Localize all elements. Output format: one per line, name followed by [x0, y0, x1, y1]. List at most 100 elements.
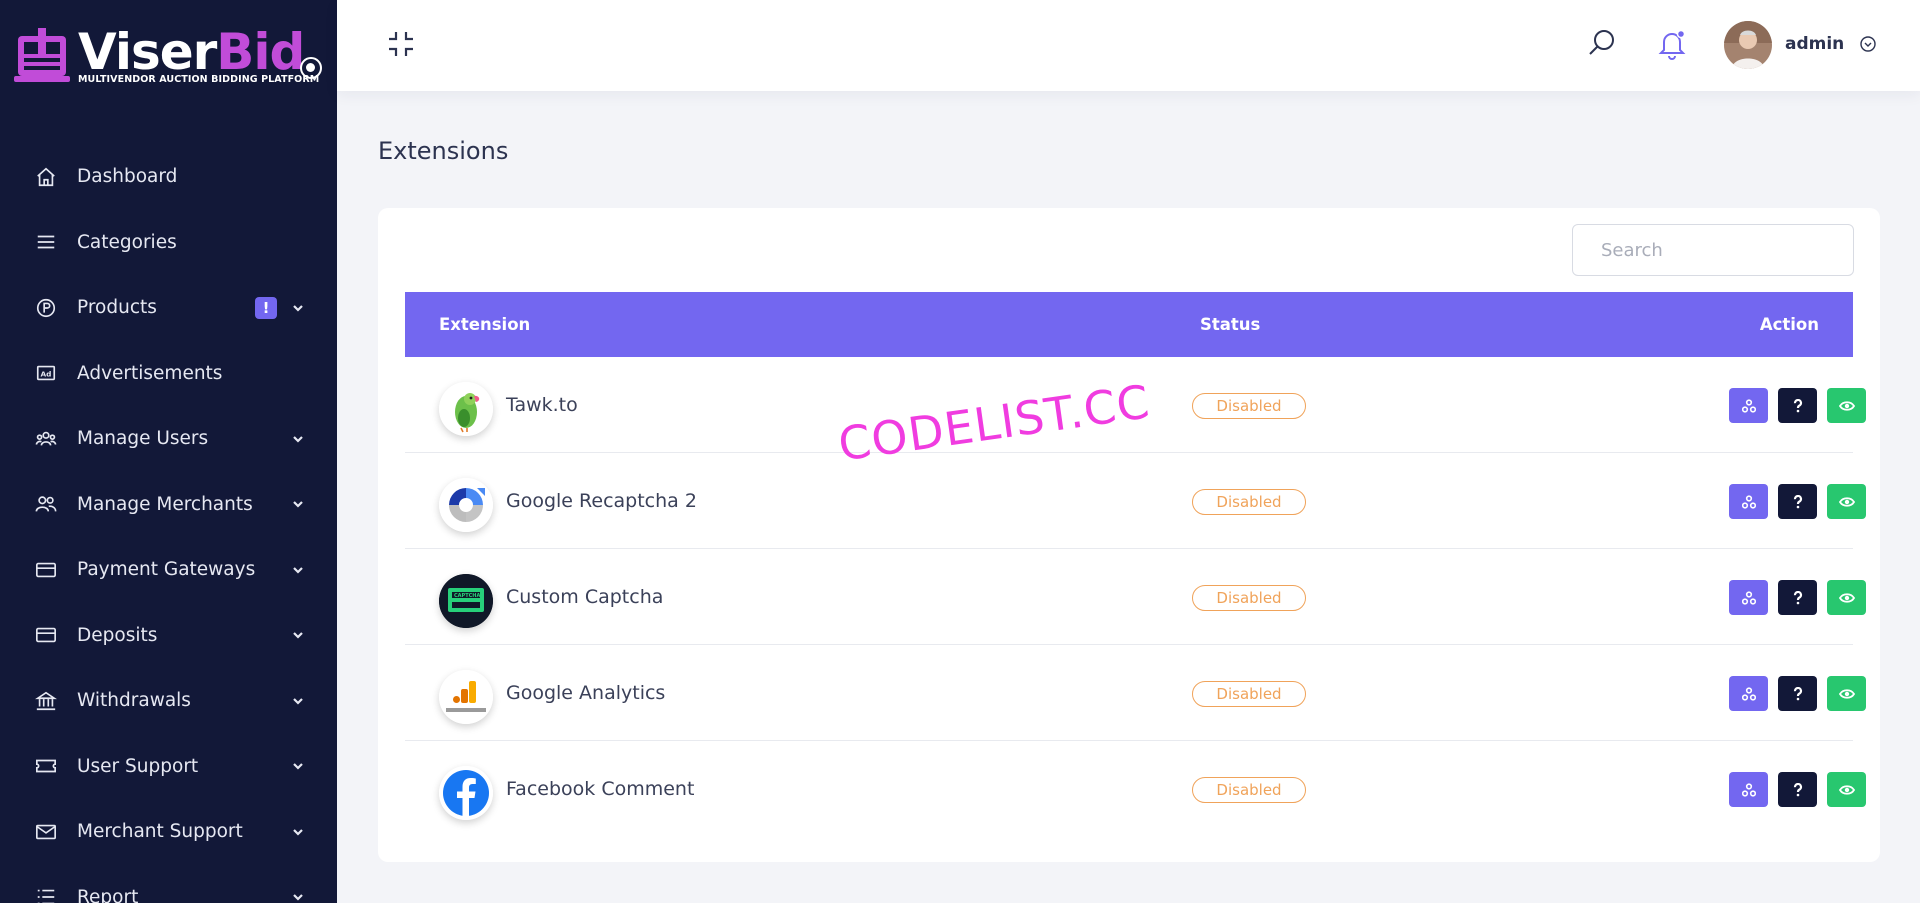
product-p-icon — [33, 295, 59, 321]
sidebar-item-products[interactable]: Products ! — [0, 275, 337, 341]
users-icon — [33, 426, 59, 452]
chevron-down-icon — [293, 894, 303, 901]
page-title: Extensions — [378, 137, 509, 165]
eye-icon — [1838, 400, 1855, 411]
sidebar-item-deposits[interactable]: Deposits — [0, 603, 337, 669]
status-badge: Disabled — [1192, 585, 1306, 611]
eye-icon — [1838, 688, 1855, 699]
question-icon — [1793, 686, 1802, 700]
sidebar-toggle-icon[interactable] — [300, 57, 322, 79]
brand-tagline: MULTIVENDOR AUCTION BIDDING PLATFORM — [78, 74, 320, 85]
configure-button[interactable] — [1729, 772, 1768, 807]
chevron-down-circle-icon[interactable] — [1859, 35, 1877, 53]
sidebar-item-label: Categories — [77, 231, 177, 253]
column-header-action: Action — [1759, 315, 1819, 334]
chevron-down-icon — [293, 828, 303, 836]
sidebar-item-label: Deposits — [77, 624, 158, 646]
sidebar-item-report[interactable]: Report — [0, 865, 337, 903]
list-icon — [33, 884, 59, 903]
question-icon — [1793, 782, 1802, 796]
username-label[interactable]: admin — [1785, 34, 1844, 54]
svg-text:CAPTCHA: CAPTCHA — [454, 593, 480, 599]
column-header-status: Status — [1200, 315, 1261, 334]
brand-logo[interactable]: ViserBid MULTIVENDOR AUCTION BIDDING PLA… — [12, 22, 322, 92]
ad-icon: Ad — [33, 360, 59, 386]
avatar[interactable] — [1724, 21, 1772, 69]
sidebar-item-merchant-support[interactable]: Merchant Support — [0, 799, 337, 865]
status-badge: Disabled — [1192, 681, 1306, 707]
chevron-down-icon — [293, 501, 303, 508]
envelope-icon — [33, 819, 59, 845]
sidebar-menu: Dashboard Categories Products ! Ad Adver… — [0, 144, 337, 903]
tawk-parrot-icon — [439, 382, 493, 436]
sidebar-item-label: Withdrawals — [77, 690, 191, 712]
sidebar-item-payment-gateways[interactable]: Payment Gateways — [0, 537, 337, 603]
view-button[interactable] — [1827, 580, 1866, 615]
sidebar-item-manage-users[interactable]: Manage Users — [0, 406, 337, 472]
sidebar-item-label: Manage Merchants — [77, 493, 253, 515]
sidebar-item-user-support[interactable]: User Support — [0, 734, 337, 800]
chevron-down-icon — [293, 304, 303, 312]
extension-name: Custom Captcha — [506, 586, 664, 608]
column-header-extension: Extension — [439, 315, 531, 334]
sidebar-item-label: Dashboard — [77, 166, 178, 188]
top-header: admin — [337, 0, 1920, 91]
sidebar-item-manage-merchants[interactable]: Manage Merchants — [0, 472, 337, 538]
menu-lines-icon — [33, 229, 59, 255]
eye-icon — [1838, 496, 1855, 507]
fullscreen-collapse-icon[interactable] — [387, 30, 415, 58]
credit-card-icon — [33, 622, 59, 648]
view-button[interactable] — [1827, 676, 1866, 711]
extension-name: Facebook Comment — [506, 778, 695, 800]
chevron-down-icon — [293, 697, 303, 705]
bank-icon — [33, 688, 59, 714]
home-icon — [33, 164, 59, 190]
sidebar-item-label: Advertisements — [77, 362, 223, 384]
help-button[interactable] — [1778, 580, 1817, 615]
merchants-icon — [33, 491, 59, 517]
sidebar-item-withdrawals[interactable]: Withdrawals — [0, 668, 337, 734]
ticket-icon — [33, 753, 59, 779]
configure-button[interactable] — [1729, 580, 1768, 615]
logo-mark-icon — [14, 28, 70, 82]
question-icon — [1793, 398, 1802, 412]
view-button[interactable] — [1827, 772, 1866, 807]
sidebar-item-dashboard[interactable]: Dashboard — [0, 144, 337, 210]
sidebar-item-label: Report — [77, 886, 139, 903]
sidebar-item-categories[interactable]: Categories — [0, 210, 337, 276]
help-button[interactable] — [1778, 484, 1817, 519]
attention-badge: ! — [255, 296, 277, 319]
configure-button[interactable] — [1729, 388, 1768, 423]
sidebar-item-label: User Support — [77, 755, 199, 777]
chevron-down-icon — [293, 566, 303, 574]
chevron-down-icon — [293, 435, 303, 443]
recaptcha-icon — [439, 478, 493, 532]
facebook-icon — [439, 766, 493, 820]
status-badge: Disabled — [1192, 777, 1306, 803]
captcha-icon: CAPTCHA — [439, 574, 493, 628]
status-badge: Disabled — [1192, 393, 1306, 419]
view-button[interactable] — [1827, 388, 1866, 423]
view-button[interactable] — [1827, 484, 1866, 519]
status-badge: Disabled — [1192, 489, 1306, 515]
sidebar-item-label: Products — [77, 297, 157, 319]
help-button[interactable] — [1778, 388, 1817, 423]
search-icon[interactable] — [1587, 28, 1617, 58]
help-button[interactable] — [1778, 676, 1817, 711]
configure-button[interactable] — [1729, 484, 1768, 519]
eye-icon — [1838, 592, 1855, 603]
sidebar: ViserBid MULTIVENDOR AUCTION BIDDING PLA… — [0, 0, 337, 903]
sidebar-item-advertisements[interactable]: Ad Advertisements — [0, 341, 337, 407]
extension-name: Google Analytics — [506, 682, 666, 704]
brand-name: ViserBid — [78, 23, 305, 81]
chevron-down-icon — [293, 632, 303, 639]
question-icon — [1793, 590, 1802, 604]
search-input[interactable] — [1572, 224, 1854, 276]
configure-button[interactable] — [1729, 676, 1768, 711]
eye-icon — [1838, 784, 1855, 795]
help-button[interactable] — [1778, 772, 1817, 807]
question-icon — [1793, 494, 1802, 508]
bell-icon[interactable] — [1657, 28, 1687, 60]
table-row: Facebook Comment Disabled — [405, 741, 1866, 837]
google-analytics-icon — [439, 670, 493, 724]
